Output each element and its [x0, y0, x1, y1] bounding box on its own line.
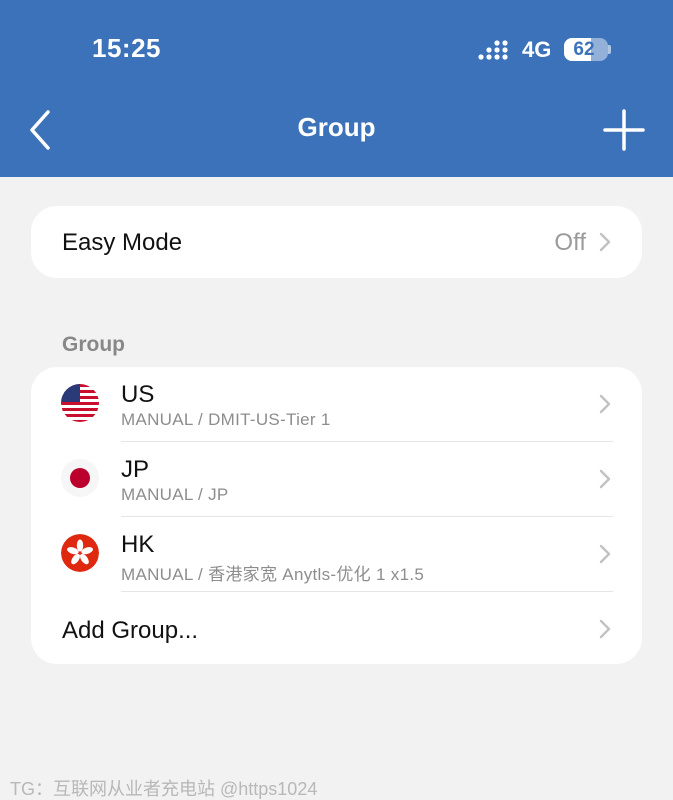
header-bar: 15:25 4G 62 Group — [0, 0, 673, 177]
us-flag-icon — [61, 384, 99, 422]
plus-icon — [603, 109, 645, 151]
network-type: 4G — [522, 37, 552, 62]
easy-mode-value: Off — [554, 229, 586, 256]
watermark-text: TG：互联网从业者充电站 @https1024 — [10, 779, 318, 799]
group-detail: MANUAL / JP — [121, 485, 229, 504]
add-button[interactable] — [602, 108, 646, 152]
page-title: Group — [297, 112, 376, 142]
chevron-right-icon — [599, 544, 611, 564]
group-item-us[interactable]: US MANUAL / DMIT-US-Tier 1 — [31, 367, 642, 442]
group-item-jp[interactable]: JP MANUAL / JP — [31, 442, 642, 517]
group-section-title: Group — [62, 333, 125, 356]
add-group-label: Add Group... — [62, 617, 199, 644]
group-detail: MANUAL / DMIT-US-Tier 1 — [121, 410, 331, 429]
easy-mode-label: Easy Mode — [62, 229, 183, 256]
hk-flag-icon — [61, 534, 99, 572]
add-group-row[interactable]: Add Group... — [31, 592, 642, 664]
group-name: US — [121, 381, 155, 408]
group-name: JP — [121, 456, 150, 483]
battery-percent: 62 — [573, 39, 595, 60]
chevron-right-icon — [599, 232, 611, 252]
group-item-hk[interactable]: HK MANUAL / 香港家宽 Anytls-优化 1 x1.5 — [31, 517, 642, 592]
battery-icon: 62 — [564, 38, 608, 61]
jp-flag-icon — [61, 459, 99, 497]
status-time: 15:25 — [92, 33, 161, 63]
group-name: HK — [121, 531, 155, 558]
chevron-right-icon — [599, 619, 611, 639]
group-detail: MANUAL / 香港家宽 Anytls-优化 1 x1.5 — [121, 565, 425, 584]
cellular-signal-icon — [478, 40, 508, 60]
battery-nub — [608, 45, 611, 54]
easy-mode-row[interactable]: Easy Mode Off — [31, 206, 642, 278]
chevron-right-icon — [599, 469, 611, 489]
chevron-right-icon — [599, 394, 611, 414]
group-list: US MANUAL / DMIT-US-Tier 1 JP MANUAL / J… — [31, 367, 642, 664]
